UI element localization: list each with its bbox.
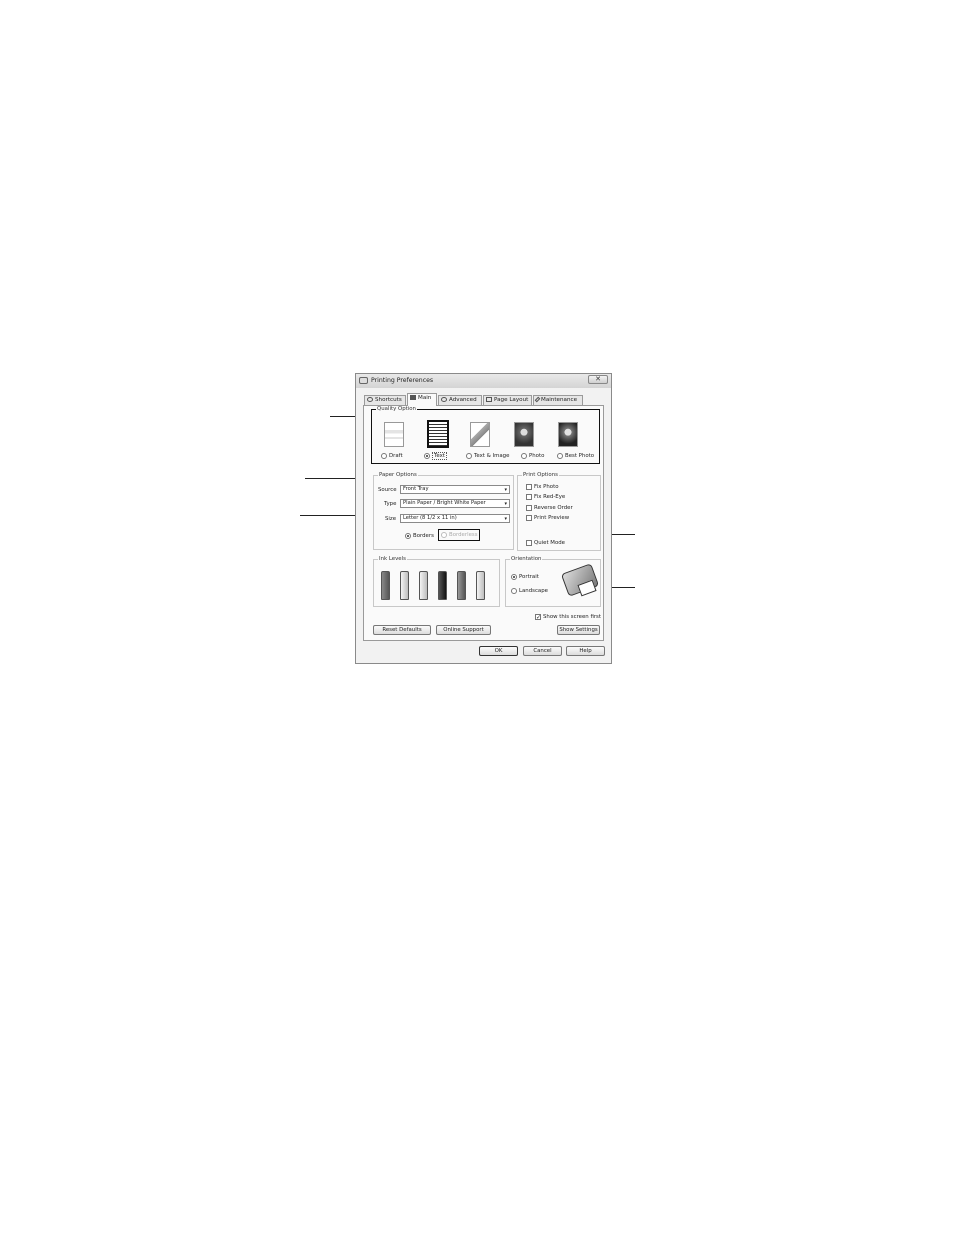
printer-icon <box>359 377 368 384</box>
printer-icon <box>410 395 416 400</box>
borderless-radio[interactable] <box>441 532 447 538</box>
source-value: Front Tray <box>403 486 429 492</box>
close-button[interactable]: ✕ <box>588 375 608 384</box>
title-bar[interactable]: Printing Preferences ✕ <box>356 374 611 388</box>
fix-red-eye-checkbox[interactable] <box>526 494 532 500</box>
help-button[interactable]: Help <box>566 646 605 656</box>
quality-option-group: Quality Option Draft Text Text & Image P… <box>371 406 600 464</box>
draft-icon <box>384 422 404 447</box>
tab-main-label: Main <box>418 395 432 401</box>
print-preview-label: Print Preview <box>534 515 570 521</box>
ink-cartridge-3 <box>419 571 428 600</box>
print-options-group: Print Options Fix Photo Fix Red-Eye Reve… <box>517 472 601 551</box>
size-label: Size <box>385 516 397 522</box>
chevron-down-icon: ▾ <box>504 487 507 493</box>
landscape-radio[interactable] <box>511 588 517 594</box>
wrench-icon <box>534 396 541 403</box>
quality-best-photo-label: Best Photo <box>565 453 595 459</box>
source-select[interactable]: Front Tray ▾ <box>400 485 510 494</box>
quality-text-radio[interactable] <box>424 453 430 459</box>
borders-radio[interactable] <box>405 533 411 539</box>
online-support-button[interactable]: Online Support <box>436 625 491 635</box>
tab-page-layout-label: Page Layout <box>494 397 529 403</box>
gear-icon <box>441 397 447 402</box>
fix-red-eye-label: Fix Red-Eye <box>534 494 566 500</box>
quality-text-image-label: Text & Image <box>474 453 510 459</box>
quiet-mode-checkbox[interactable] <box>526 540 532 546</box>
reverse-order-label: Reverse Order <box>534 505 573 511</box>
landscape-label: Landscape <box>519 588 548 594</box>
text-icon <box>427 420 449 448</box>
borders-label: Borders <box>413 533 434 539</box>
size-value: Letter (8 1/2 x 11 in) <box>403 515 457 521</box>
chevron-down-icon: ▾ <box>504 501 507 507</box>
ok-button[interactable]: OK <box>479 646 518 656</box>
tab-shortcuts[interactable]: Shortcuts <box>364 395 406 405</box>
orientation-label: Orientation <box>510 556 543 562</box>
quality-draft-radio[interactable] <box>381 453 387 459</box>
type-label: Type <box>384 501 397 507</box>
tab-maintenance[interactable]: Maintenance <box>533 395 583 405</box>
window-title: Printing Preferences <box>371 377 434 384</box>
star-icon <box>367 397 373 402</box>
tab-advanced-label: Advanced <box>449 397 477 403</box>
ink-cartridge-4 <box>438 571 447 600</box>
ink-cartridge-1 <box>381 571 390 600</box>
ink-levels-label: Ink Levels <box>378 556 407 562</box>
tab-page-layout[interactable]: Page Layout <box>483 395 532 405</box>
show-settings-button[interactable]: Show Settings <box>557 625 600 635</box>
quality-text-label: Text <box>432 452 447 460</box>
borderless-label: Borderless <box>449 532 478 538</box>
show-screen-first-label: Show this screen first <box>543 614 601 620</box>
type-select[interactable]: Plain Paper / Bright White Paper ▾ <box>400 499 510 508</box>
paper-options-group: Paper Options Source Front Tray ▾ Type P… <box>373 472 514 550</box>
quality-photo-label: Photo <box>529 453 545 459</box>
tab-maintenance-label: Maintenance <box>541 397 578 403</box>
ink-cartridge-2 <box>400 571 409 600</box>
best-photo-icon <box>558 422 578 447</box>
size-select[interactable]: Letter (8 1/2 x 11 in) ▾ <box>400 514 510 523</box>
quality-text-image-radio[interactable] <box>466 453 472 459</box>
ink-levels-group: Ink Levels <box>373 556 500 607</box>
tab-main[interactable]: Main <box>407 393 437 406</box>
text-and-image-icon <box>470 422 490 447</box>
fix-photo-label: Fix Photo <box>534 484 559 490</box>
reset-defaults-button[interactable]: Reset Defaults <box>373 625 431 635</box>
chevron-down-icon: ▾ <box>504 516 507 522</box>
ink-cartridge-6 <box>476 571 485 600</box>
cancel-button[interactable]: Cancel <box>523 646 562 656</box>
quality-photo-radio[interactable] <box>521 453 527 459</box>
photo-icon <box>514 422 534 447</box>
main-tab-panel: Quality Option Draft Text Text & Image P… <box>363 405 604 641</box>
quiet-mode-label: Quiet Mode <box>534 540 565 546</box>
show-screen-first-checkbox[interactable]: ✓ <box>535 614 541 621</box>
fix-photo-checkbox[interactable] <box>526 484 532 490</box>
portrait-radio[interactable] <box>511 574 517 580</box>
orientation-group: Orientation Portrait Landscape <box>505 556 601 607</box>
source-label: Source <box>378 487 397 493</box>
tab-shortcuts-label: Shortcuts <box>375 397 402 403</box>
type-value: Plain Paper / Bright White Paper <box>403 500 486 506</box>
quality-option-label: Quality Option <box>376 406 417 412</box>
quality-best-photo-radio[interactable] <box>557 453 563 459</box>
page-icon <box>486 397 492 402</box>
ink-cartridge-5 <box>457 571 466 600</box>
print-options-label: Print Options <box>522 472 559 478</box>
reverse-order-checkbox[interactable] <box>526 505 532 511</box>
printing-preferences-dialog: Printing Preferences ✕ Shortcuts Main Ad… <box>355 373 612 664</box>
print-preview-checkbox[interactable] <box>526 515 532 521</box>
quality-draft-label: Draft <box>389 453 403 459</box>
tab-advanced[interactable]: Advanced <box>438 395 482 405</box>
paper-options-label: Paper Options <box>378 472 418 478</box>
portrait-label: Portrait <box>519 574 539 580</box>
